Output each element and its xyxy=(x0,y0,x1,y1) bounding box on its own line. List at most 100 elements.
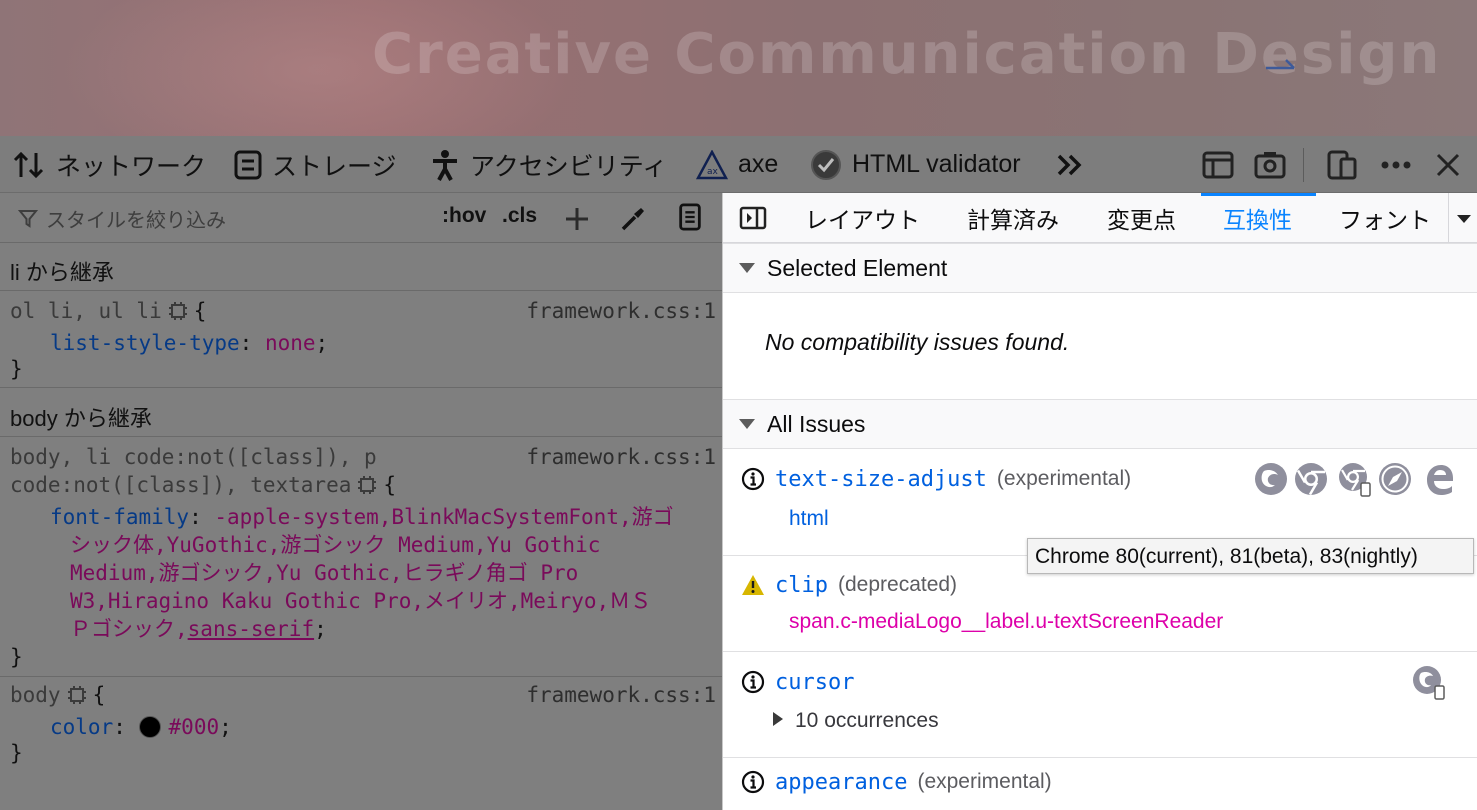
issue-property-link[interactable]: text-size-adjust xyxy=(775,467,987,492)
arrow-right-icon[interactable] xyxy=(1264,50,1298,74)
firefox-android-icon[interactable] xyxy=(1411,664,1447,700)
rule-selector[interactable]: body, li code:not([class]), p xyxy=(10,443,377,471)
rule-selector-cont[interactable]: code:not([class]), textarea{ xyxy=(10,471,396,499)
tab-fonts[interactable]: フォント xyxy=(1339,193,1431,243)
tabs-overflow-icon[interactable] xyxy=(1456,214,1472,224)
filter-icon xyxy=(18,210,38,228)
tab-storage-label: ストレージ xyxy=(272,152,397,181)
tab-compatibility[interactable]: 互換性 xyxy=(1223,193,1292,243)
issue-appearance: appearance (experimental) xyxy=(723,758,1477,810)
rule-source-link[interactable]: framework.css:1 xyxy=(526,297,716,325)
expand-triangle-icon xyxy=(773,712,783,726)
print-media-icon[interactable] xyxy=(678,203,702,231)
no-issues-message: No compatibility issues found. xyxy=(765,329,1070,355)
issue-property-link[interactable]: cursor xyxy=(775,670,854,695)
tab-html-validator-label: HTML validator xyxy=(852,150,1021,178)
style-filter-input[interactable]: スタイルを絞り込み xyxy=(18,203,418,233)
issue-node-link[interactable]: span.c-mediaLogo__label.u-textScreenRead… xyxy=(789,610,1223,634)
rule-ol-li: ol li, ul li{ framework.css:1 list-style… xyxy=(0,291,722,388)
accessibility-icon xyxy=(433,149,457,181)
chrome-icon[interactable] xyxy=(1293,461,1329,497)
toggle-sidebar-icon[interactable] xyxy=(739,206,767,230)
font-family-value-line: シック体,YuGothic,游ゴシック Medium,Yu Gothic xyxy=(70,533,601,557)
rule-close-brace: } xyxy=(10,357,23,381)
grid-gear-icon[interactable] xyxy=(168,301,188,321)
rule-selector[interactable]: body{ xyxy=(10,681,105,709)
active-tab-indicator xyxy=(1201,193,1316,196)
inherited-from-body-header: body から継承 xyxy=(0,389,722,437)
grid-gear-icon[interactable] xyxy=(67,685,87,705)
browser-support-tooltip: Chrome 80(current), 81(beta), 83(nightly… xyxy=(1027,538,1474,574)
issue-header: appearance (experimental) xyxy=(741,766,1052,798)
info-icon xyxy=(741,670,765,694)
tab-accessibility[interactable]: アクセシビリティ xyxy=(430,136,667,193)
close-icon[interactable] xyxy=(1432,150,1464,180)
tab-axe-label: axe xyxy=(738,150,779,178)
font-family-value-line: Ｐゴシック,sans-serif; xyxy=(70,617,327,641)
info-icon xyxy=(741,467,765,491)
sidebar-tabs: レイアウト 計算済み 変更点 互換性 フォント xyxy=(723,193,1477,243)
inherited-from-li-header: li から継承 xyxy=(0,243,722,291)
svg-text:ax: ax xyxy=(707,167,719,177)
rule-source-link[interactable]: framework.css:1 xyxy=(526,681,716,709)
declaration-color[interactable]: color: #000; xyxy=(50,713,232,741)
page-hero: Creative Communication Design xyxy=(0,0,1477,136)
font-family-used-link[interactable]: sans-serif xyxy=(188,617,314,641)
add-rule-icon[interactable] xyxy=(564,205,590,233)
tabs-divider xyxy=(1448,193,1449,243)
tab-network[interactable]: ネットワーク xyxy=(12,136,206,193)
declaration-font-family[interactable]: font-family: -apple-system,BlinkMacSyste… xyxy=(50,503,674,531)
browser-list xyxy=(1411,664,1447,700)
declaration-list-style-type[interactable]: list-style-type: none; xyxy=(50,329,328,357)
more-icon[interactable] xyxy=(1380,150,1412,180)
tab-accessibility-label: アクセシビリティ xyxy=(470,152,668,181)
responsive-icon[interactable] xyxy=(1326,150,1358,180)
issue-status-tag: (experimental) xyxy=(917,770,1052,793)
occurrences-toggle[interactable]: 10 occurrences xyxy=(773,709,939,733)
network-arrows-icon xyxy=(13,151,44,178)
rules-filter-bar: スタイルを絞り込み :hov .cls xyxy=(0,193,722,243)
rule-close-brace: } xyxy=(10,645,23,669)
browser-list xyxy=(1253,461,1457,497)
color-picker-icon[interactable] xyxy=(620,205,646,233)
html-validator-icon xyxy=(811,149,841,180)
storage-icon xyxy=(234,150,262,179)
issue-header: text-size-adjust (experimental) xyxy=(741,463,1131,495)
tab-axe[interactable]: ax axe xyxy=(696,136,778,193)
firefox-icon[interactable] xyxy=(1253,461,1289,497)
devtools-toolbar: ネットワーク ストレージ アクセシビリティ ax axe HTML valida… xyxy=(0,136,1477,193)
all-issues-header[interactable]: All Issues xyxy=(723,399,1477,449)
frame-icon[interactable] xyxy=(1202,150,1234,180)
tab-layout[interactable]: レイアウト xyxy=(805,193,920,243)
issue-status-tag: (deprecated) xyxy=(837,573,958,596)
issue-header: cursor xyxy=(741,666,854,698)
rule-body-color: body{ framework.css:1 color: #000; } xyxy=(0,677,722,810)
tab-changes[interactable]: 変更点 xyxy=(1107,193,1176,243)
toolbar-divider xyxy=(1303,148,1304,182)
chevron-double-right-icon[interactable] xyxy=(1054,150,1086,180)
tab-storage[interactable]: ストレージ xyxy=(234,136,397,193)
tab-html-validator[interactable]: HTML validator xyxy=(810,136,1021,193)
rules-pane: スタイルを絞り込み :hov .cls li から継承 ol li, ul li… xyxy=(0,193,722,810)
issue-node-link[interactable]: html xyxy=(789,507,829,531)
tab-computed[interactable]: 計算済み xyxy=(967,193,1059,243)
warning-icon xyxy=(742,575,764,595)
info-icon xyxy=(741,770,765,794)
hov-button[interactable]: :hov xyxy=(442,204,486,232)
issue-property-link[interactable]: clip xyxy=(775,573,828,598)
screenshot-icon[interactable] xyxy=(1254,150,1286,180)
rule-source-link[interactable]: framework.css:1 xyxy=(526,443,716,471)
issue-property-link[interactable]: appearance xyxy=(775,770,907,795)
rule-close-brace: } xyxy=(10,741,23,765)
tab-network-label: ネットワーク xyxy=(56,152,207,181)
axe-icon: ax xyxy=(696,149,728,179)
sidebar-pane: レイアウト 計算済み 変更点 互換性 フォント Selected Element… xyxy=(722,193,1477,810)
edge-icon[interactable] xyxy=(1421,461,1457,497)
chrome-android-icon[interactable] xyxy=(1337,461,1373,497)
grid-gear-icon[interactable] xyxy=(357,475,377,495)
safari-icon[interactable] xyxy=(1377,461,1413,497)
rule-selector[interactable]: ol li, ul li{ xyxy=(10,297,206,325)
color-swatch[interactable] xyxy=(138,716,161,738)
cls-button[interactable]: .cls xyxy=(502,204,537,232)
selected-element-header[interactable]: Selected Element xyxy=(723,243,1477,293)
